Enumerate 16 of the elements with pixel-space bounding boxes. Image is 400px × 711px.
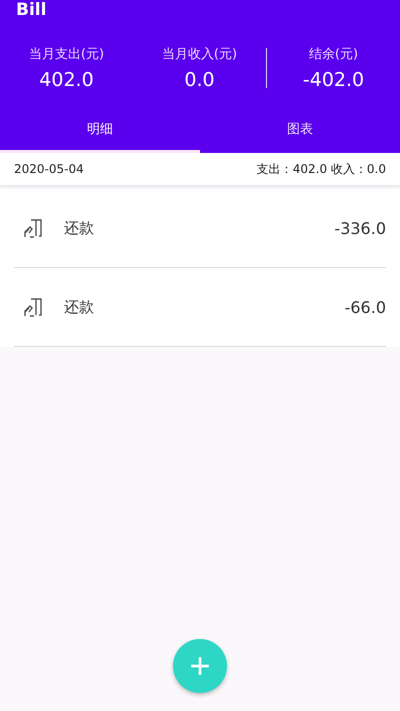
day-totals: 支出：402.0 收入：0.0 [256,160,386,178]
entry-name: 还款 [64,218,95,238]
stat-label: 当月收入(元) [162,46,238,63]
entry-amount: -66.0 [344,298,386,316]
entry-name: 还款 [64,298,95,316]
entry-amount: -336.0 [334,218,386,238]
stat-value: 402.0 [39,69,94,91]
entry-row[interactable]: 还款 -336.0 [14,189,386,268]
stat-value: 0.0 [184,69,215,91]
stat-label: 当月支出(元) [28,46,104,63]
date-text: 2020-05-04 [14,162,84,176]
app-title: Bill [15,0,48,20]
tab[interactable]: 图表 [200,110,400,153]
stat-value: -402.0 [302,69,364,91]
stat-label: 结余(元) [308,46,358,63]
entry-row[interactable]: 还款 -66.0 [14,268,386,347]
